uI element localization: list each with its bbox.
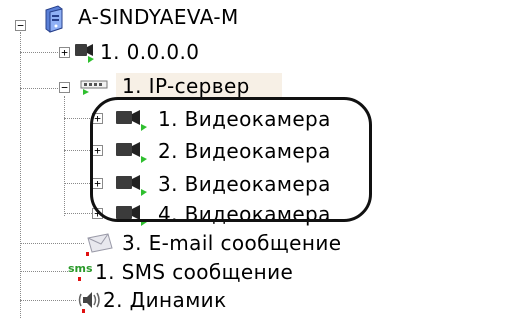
tree-node-speaker[interactable]: 2. Динамик [76, 285, 227, 315]
tree-node-camera[interactable]: 4. Видеокамера [114, 199, 331, 229]
expand-toggle[interactable]: + [59, 47, 70, 58]
collapse-toggle[interactable]: − [15, 20, 26, 31]
tree-line [20, 300, 76, 301]
tree-line [20, 88, 60, 89]
tree-node-camera[interactable]: 2. Видеокамера [114, 136, 331, 166]
speaker-icon [76, 288, 102, 321]
tree-node-label: 3. Видеокамера [158, 172, 331, 196]
camera-icon [114, 107, 148, 138]
ip-server-icon [80, 76, 110, 105]
tree-node-label: 2. Динамик [103, 288, 227, 312]
tree-node-sms[interactable]: sms 1. SMS сообщение [68, 257, 293, 287]
tree-node-camera[interactable]: 3. Видеокамера [114, 169, 331, 199]
tree-line [64, 213, 94, 214]
tree-node-email[interactable]: 3. E-mail сообщение [84, 228, 341, 258]
camera-icon [74, 40, 96, 71]
expand-toggle[interactable]: + [92, 178, 103, 189]
tree-line [64, 96, 65, 216]
tree-line [20, 32, 21, 318]
tree-line [20, 52, 60, 53]
tree-node-label: 1. Видеокамера [158, 107, 331, 131]
tree-node-ip-server[interactable]: 1. IP-сервер [80, 71, 250, 101]
expand-toggle[interactable]: + [92, 113, 103, 124]
tree-node-label: 1. SMS сообщение [95, 260, 294, 284]
expand-toggle[interactable]: + [92, 208, 103, 219]
collapse-toggle[interactable]: − [59, 82, 70, 93]
server-computer-icon [42, 4, 68, 39]
tree-node-label: 1. IP-сервер [122, 74, 250, 98]
tree-node-camera[interactable]: 1. 0.0.0.0 [74, 37, 199, 67]
tree-node-root[interactable]: A-SINDYAEVA-M [42, 2, 239, 33]
sms-icon: sms [68, 263, 93, 281]
tree-line [20, 243, 84, 244]
tree-line [64, 118, 94, 119]
tree-node-label: 3. E-mail сообщение [122, 231, 342, 255]
status-dot [78, 277, 81, 281]
tree-line [64, 183, 94, 184]
tree-node-label: 2. Видеокамера [158, 139, 331, 163]
tree-node-label: A-SINDYAEVA-M [78, 5, 239, 29]
tree-node-camera[interactable]: 1. Видеокамера [114, 104, 331, 134]
tree-node-label: 1. 0.0.0.0 [100, 40, 200, 64]
camera-icon [114, 139, 148, 170]
tree-node-label: 4. Видеокамера [158, 202, 331, 226]
tree-line [20, 271, 68, 272]
tree-line [64, 150, 94, 151]
expand-toggle[interactable]: + [92, 145, 103, 156]
